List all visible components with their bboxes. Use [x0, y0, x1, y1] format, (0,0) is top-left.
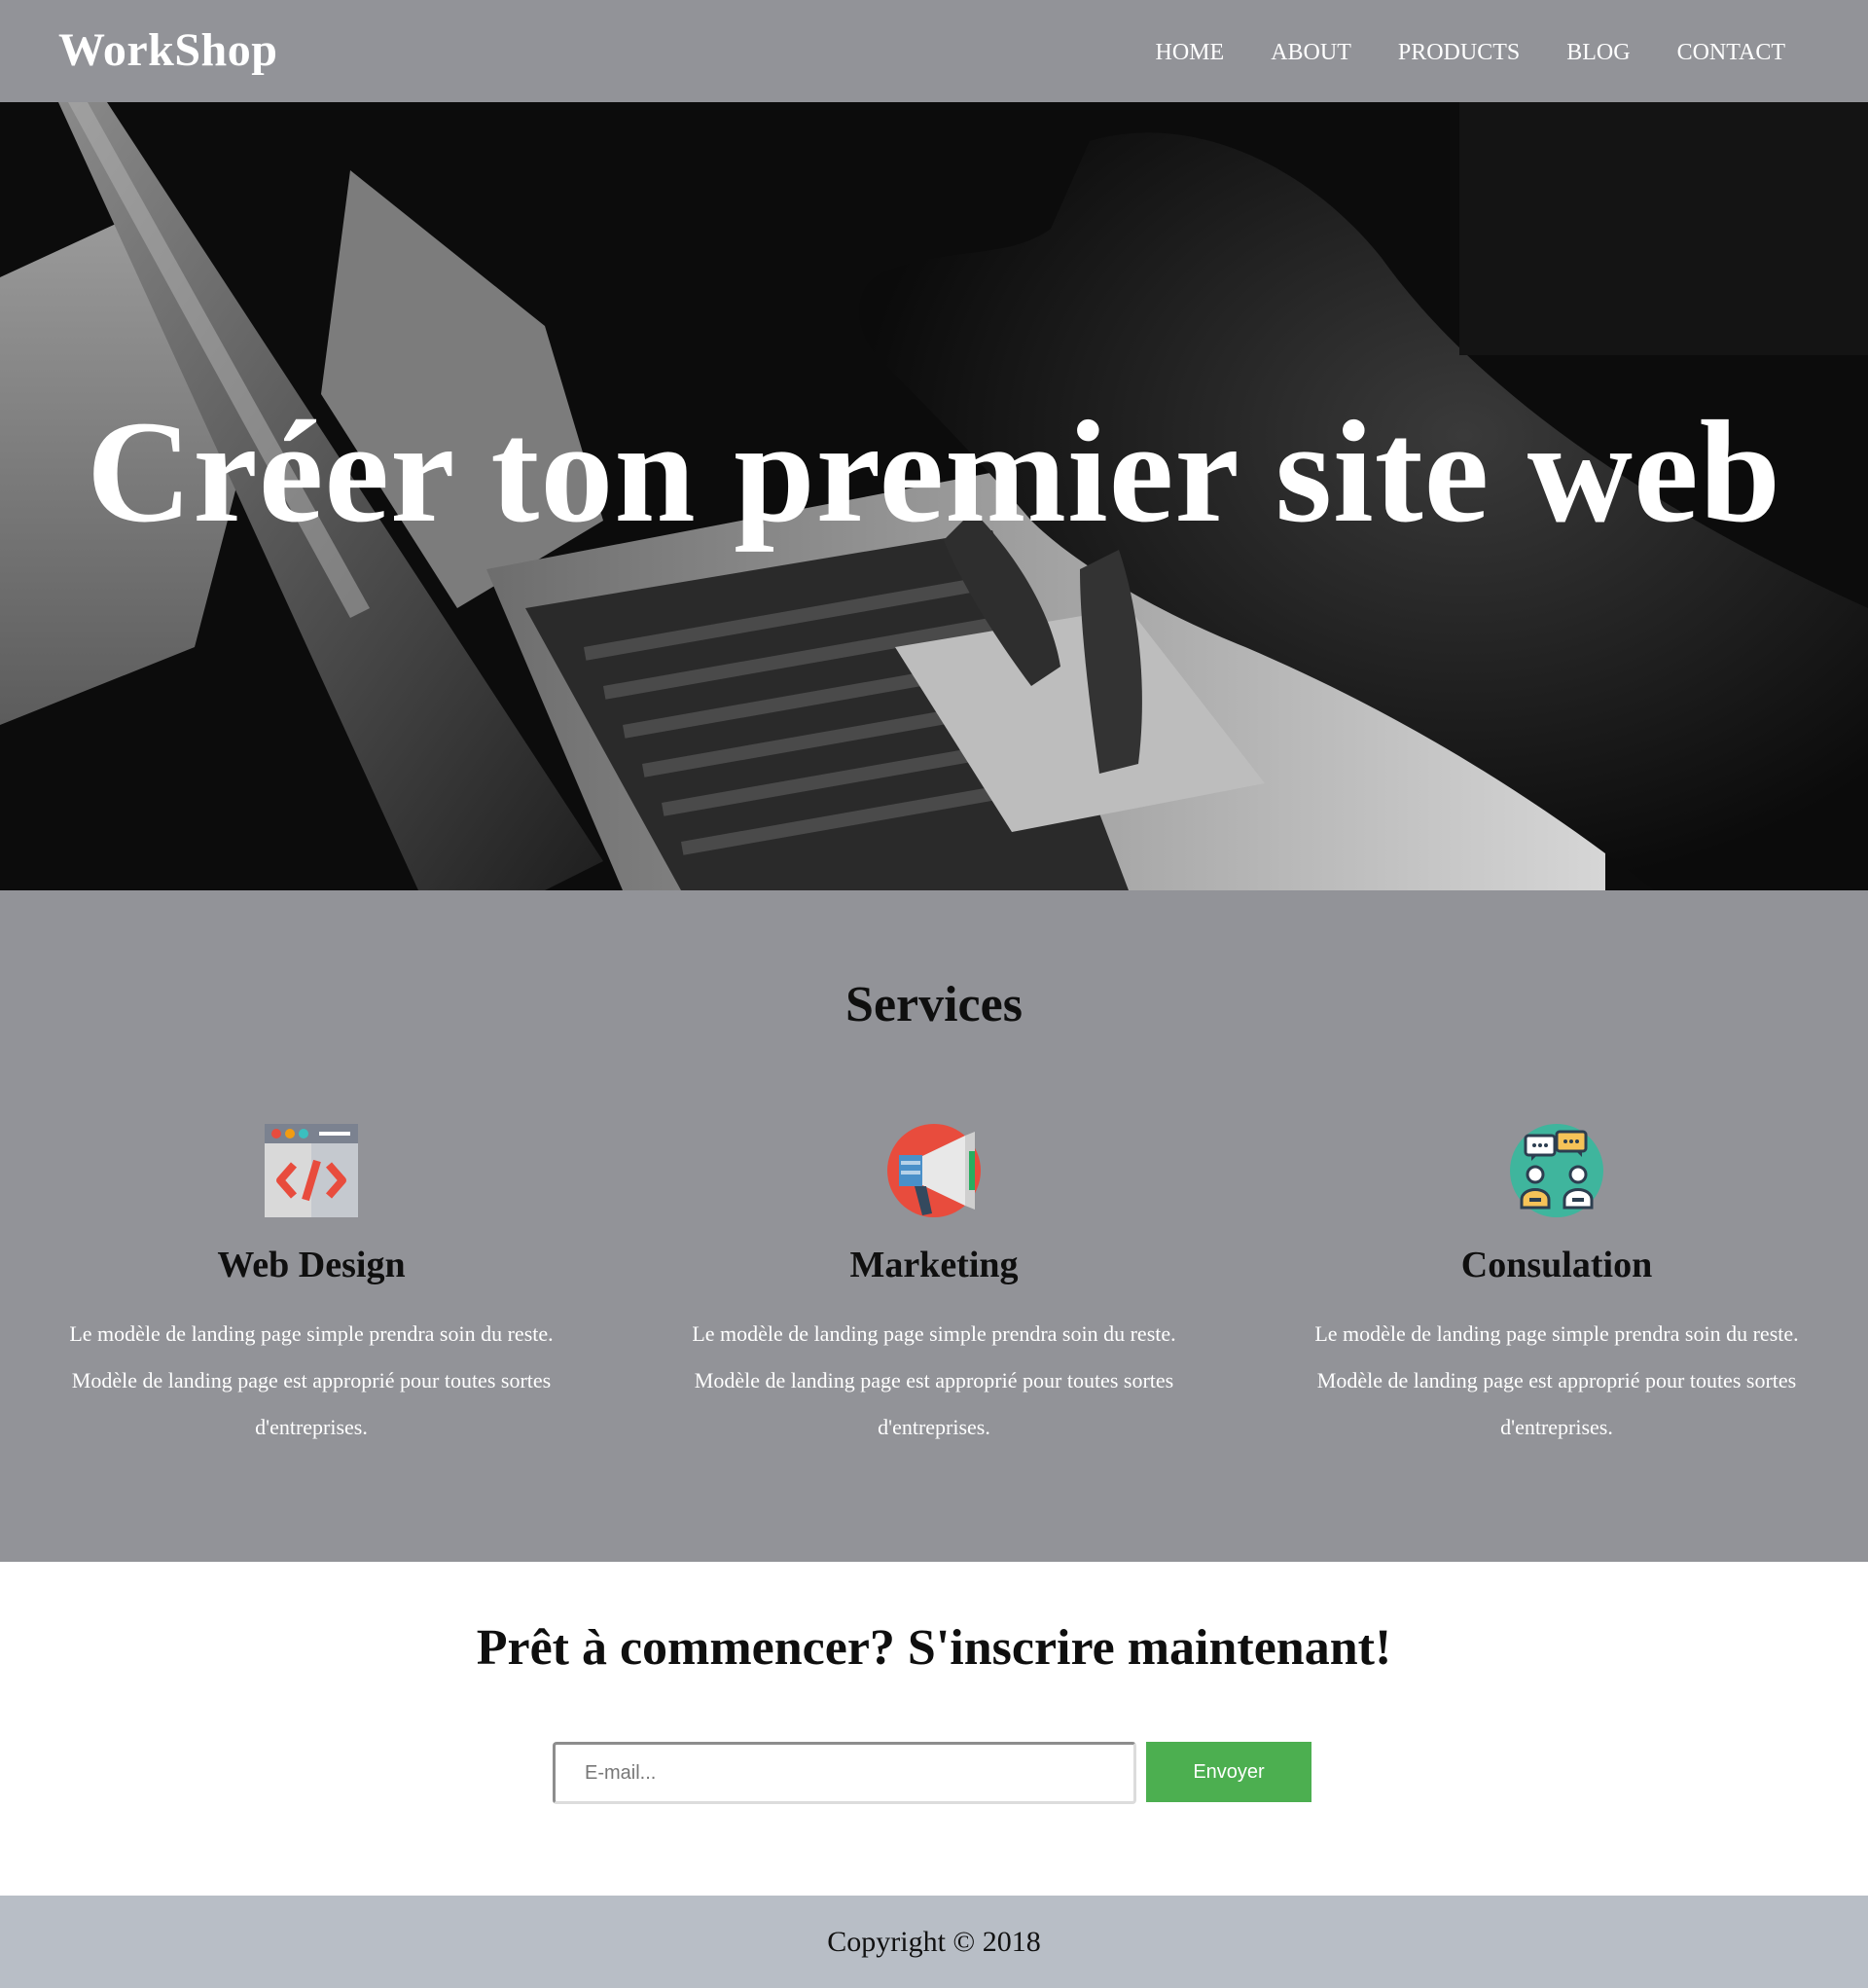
- hero-section: Créer ton premier site web: [0, 102, 1868, 890]
- services-title: Services: [845, 977, 1023, 1032]
- service-description: Le modèle de landing page simple prendra…: [692, 1321, 1176, 1439]
- site-logo[interactable]: WorkShop: [58, 27, 277, 74]
- email-input[interactable]: [553, 1742, 1136, 1804]
- code-window-icon: [265, 1124, 358, 1217]
- nav-blog[interactable]: BLOG: [1566, 41, 1630, 64]
- send-button[interactable]: Envoyer: [1146, 1742, 1311, 1802]
- consultation-icon: [1510, 1124, 1603, 1217]
- nav-contact[interactable]: CONTACT: [1677, 41, 1785, 64]
- services-section: Services Web Design Le modèle de landing…: [0, 890, 1868, 1562]
- service-description: Le modèle de landing page simple prendra…: [69, 1321, 554, 1439]
- site-footer: Copyright © 2018: [0, 1896, 1868, 1988]
- nav-about[interactable]: ABOUT: [1271, 41, 1351, 64]
- service-consultation: Consulation Le modèle de landing page si…: [1304, 1122, 1810, 1451]
- nav-home[interactable]: HOME: [1156, 41, 1225, 64]
- hero-title: Créer ton premier site web: [86, 391, 1782, 553]
- site-header: WorkShop HOME ABOUT PRODUCTS BLOG CONTAC…: [0, 0, 1868, 102]
- main-nav: HOME ABOUT PRODUCTS BLOG CONTACT: [1156, 41, 1785, 64]
- service-description: Le modèle de landing page simple prendra…: [1314, 1321, 1799, 1439]
- service-web-design: Web Design Le modèle de landing page sim…: [58, 1122, 564, 1451]
- megaphone-icon: [887, 1124, 981, 1217]
- nav-products[interactable]: PRODUCTS: [1398, 41, 1520, 64]
- service-marketing: Marketing Le modèle de landing page simp…: [681, 1122, 1187, 1451]
- service-title: Consulation: [1460, 1245, 1653, 1285]
- signup-title: Prêt à commencer? S'inscrire maintenant!: [476, 1620, 1392, 1676]
- service-title: Marketing: [849, 1245, 1019, 1285]
- service-title: Web Design: [217, 1245, 406, 1285]
- copyright-text: Copyright © 2018: [827, 1926, 1041, 1958]
